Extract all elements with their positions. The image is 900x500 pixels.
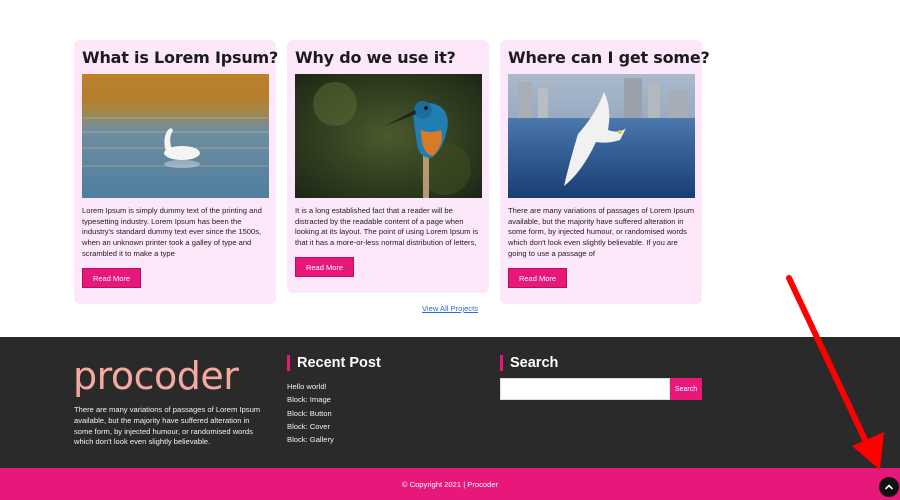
post-card: Where can I get some? There are many var… (500, 40, 710, 304)
read-more-button[interactable]: Read More (295, 257, 354, 277)
copyright-text: © Copyright 2021 | Procoder (401, 480, 499, 489)
brand-logo[interactable]: procoder (73, 354, 239, 398)
card-title: What is Lorem Ipsum? (82, 48, 279, 67)
recent-post-list: Hello world! Block: Image Block: Button … (287, 380, 334, 446)
kingfisher-image[interactable] (295, 74, 482, 198)
search-title: Search (500, 355, 558, 371)
post-card: What is Lorem Ipsum? Lorem Ipsum is simp… (74, 40, 279, 304)
site-footer: procoder There are many variations of pa… (0, 337, 900, 468)
search-button[interactable]: Search (670, 378, 702, 400)
recent-post-link[interactable]: Block: Image (287, 393, 334, 406)
recent-post-title: Recent Post (287, 355, 381, 371)
swan-lake-image[interactable] (82, 74, 269, 198)
card-text: It is a long established fact that a rea… (295, 206, 479, 248)
view-all-projects-link[interactable]: View All Projects (0, 304, 900, 313)
recent-post-link[interactable]: Block: Cover (287, 420, 334, 433)
post-card: Why do we use it? It is a long establish… (287, 40, 489, 293)
post-cards: What is Lorem Ipsum? Lorem Ipsum is simp… (74, 40, 710, 304)
recent-post-link[interactable]: Hello world! (287, 380, 334, 393)
search-input[interactable] (500, 378, 670, 400)
seagull-image[interactable] (508, 74, 695, 198)
card-title: Why do we use it? (295, 48, 456, 67)
recent-post-link[interactable]: Block: Gallery (287, 433, 334, 446)
read-more-button[interactable]: Read More (508, 268, 567, 288)
footer-about-text: There are many variations of passages of… (74, 405, 261, 447)
chevron-up-icon (885, 484, 893, 490)
card-title: Where can I get some? (508, 48, 710, 67)
card-text: There are many variations of passages of… (508, 206, 695, 258)
read-more-button[interactable]: Read More (82, 268, 141, 288)
card-text: Lorem Ipsum is simply dummy text of the … (82, 206, 262, 258)
copyright-bar: © Copyright 2021 | Procoder (0, 468, 900, 500)
recent-post-link[interactable]: Block: Button (287, 407, 334, 420)
scroll-to-top-button[interactable] (879, 477, 899, 497)
